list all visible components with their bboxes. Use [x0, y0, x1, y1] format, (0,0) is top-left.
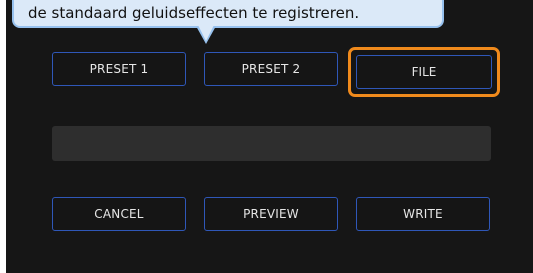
- file-button-highlight: FILE: [348, 47, 500, 97]
- cancel-button[interactable]: CANCEL: [52, 197, 186, 231]
- tooltip-pointer-fill: [198, 25, 214, 41]
- file-button[interactable]: FILE: [356, 55, 492, 89]
- help-tooltip: de standaard geluidseffecten te registre…: [12, 0, 444, 28]
- sound-effect-panel: PRESET 1 PRESET 2 CANCEL PREVIEW WRITE: [6, 0, 533, 273]
- preview-button[interactable]: PREVIEW: [204, 197, 338, 231]
- tooltip-text: de standaard geluidseffecten te registre…: [28, 4, 360, 22]
- preset-2-button[interactable]: PRESET 2: [204, 52, 338, 86]
- preset-1-button[interactable]: PRESET 1: [52, 52, 186, 86]
- screen: PRESET 1 PRESET 2 CANCEL PREVIEW WRITE F…: [0, 0, 533, 273]
- filename-field: [52, 126, 491, 161]
- write-button[interactable]: WRITE: [356, 197, 490, 231]
